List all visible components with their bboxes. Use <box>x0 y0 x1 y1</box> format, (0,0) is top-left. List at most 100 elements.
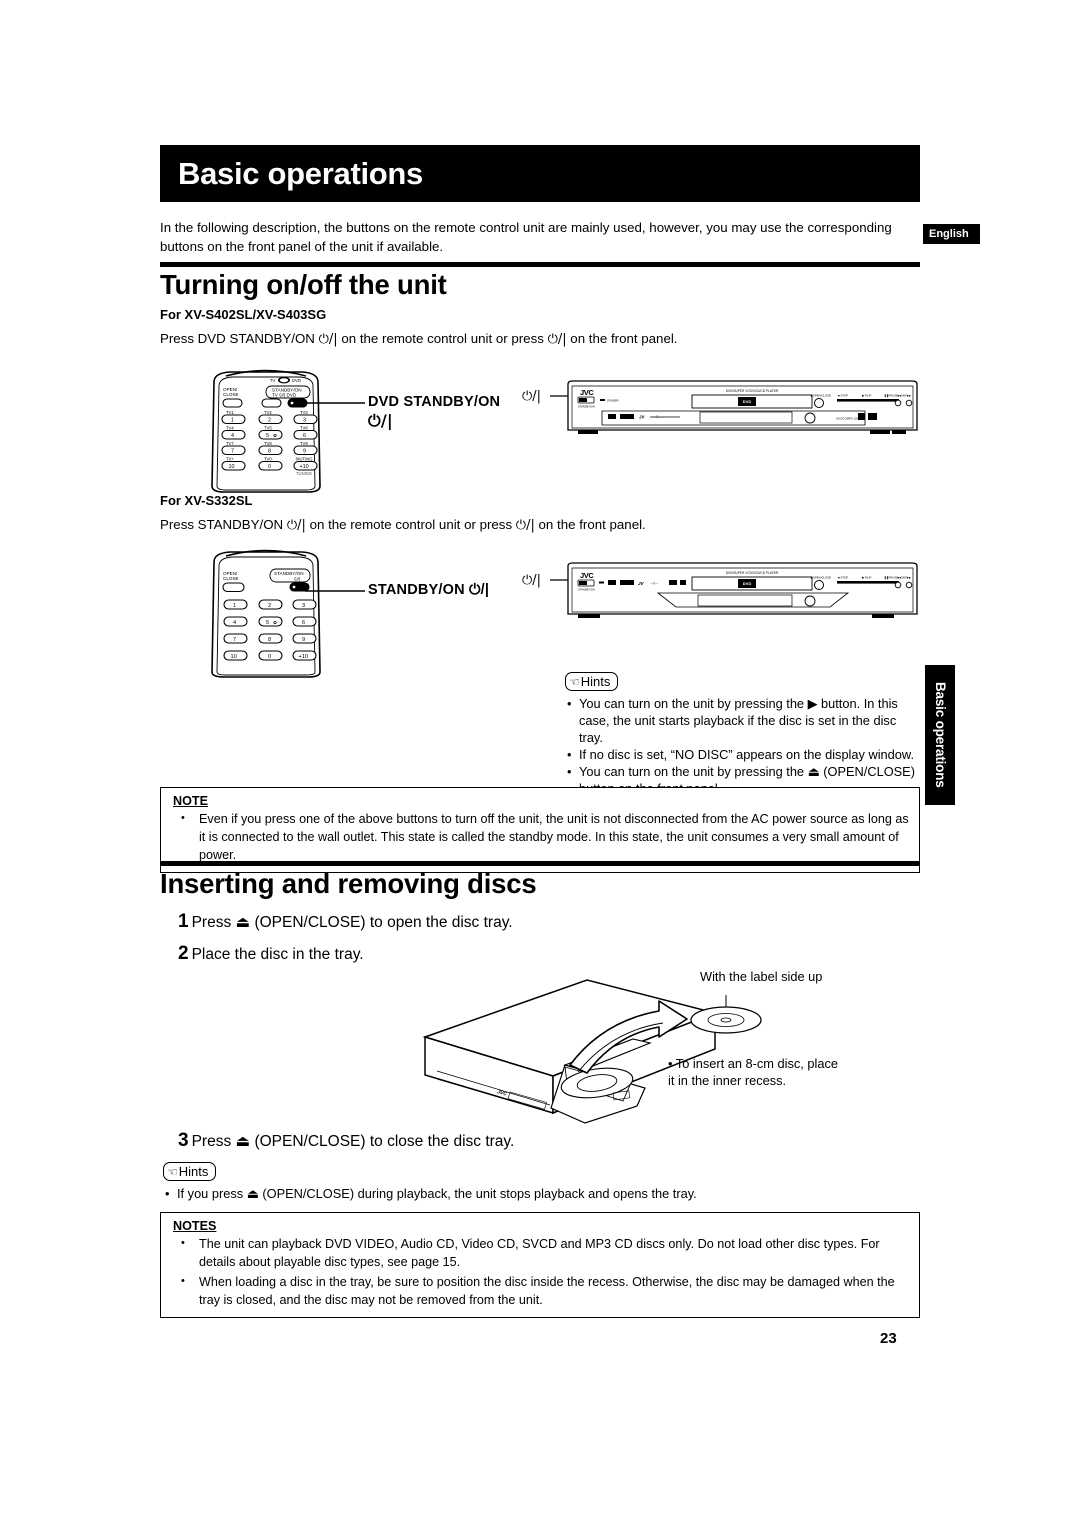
instruction-332-b: on the remote control unit or press <box>305 517 516 532</box>
svg-text:TV ⏻/| DVD: TV ⏻/| DVD <box>272 393 297 398</box>
svg-text:CLOSE: CLOSE <box>223 576 239 581</box>
label-8cm-disc-note: • To insert an 8-cm disc, place it in th… <box>668 1056 838 1088</box>
svg-text:TV6: TV6 <box>300 426 308 431</box>
instruction-402-c: on the front panel. <box>566 331 678 346</box>
svg-text:JVC: JVC <box>580 388 594 397</box>
section-rule-2 <box>160 861 920 866</box>
svg-text:◀◀SKIP▶▶: ◀◀SKIP▶▶ <box>897 394 912 398</box>
instruction-332: Press STANDBY/ON ⏻/| on the remote contr… <box>160 515 646 535</box>
svg-text:⏻/|: ⏻/| <box>522 573 541 588</box>
step-3-text: Press ⏏ (OPEN/CLOSE) to close the disc t… <box>191 1133 515 1150</box>
svg-text:DVD: DVD <box>743 581 752 586</box>
step-2: 2 Place the disc in the tray. <box>178 943 364 965</box>
hand-icon-1: ☜ <box>569 674 580 689</box>
power-icon-inline-3: ⏻/| <box>286 518 306 533</box>
hints-list-1: You can turn on the unit by pressing the… <box>565 695 915 797</box>
svg-text:6: 6 <box>303 433 306 439</box>
front-panel-illustration-1: ⏻/| JVC STANDBY/ON STANDBY DVD/SUPER VCD… <box>520 378 920 440</box>
svg-text:0: 0 <box>268 654 271 660</box>
front-panel-illustration-2: ⏻/| JVC STANDBY/ON JV —⊼— DVD/SUPER VCD/… <box>520 558 920 626</box>
svg-text:■ STOP: ■ STOP <box>838 394 848 398</box>
section-rule-1 <box>160 262 920 267</box>
svg-text:▲OPEN/CLOSE: ▲OPEN/CLOSE <box>810 394 831 398</box>
label-label-side-up: With the label side up <box>700 969 823 984</box>
svg-text:⏻/|: ⏻/| <box>294 576 300 581</box>
svg-text:2: 2 <box>268 603 271 609</box>
callout-dvd-standby-on-line1: DVD STANDBY/ON <box>368 394 501 410</box>
callout-leader-line-1 <box>305 400 365 406</box>
instruction-332-a: Press STANDBY/ON <box>160 517 287 532</box>
svg-text:4: 4 <box>231 433 234 439</box>
notes-title: NOTES <box>173 1219 217 1233</box>
svg-text:TV: TV <box>270 378 276 383</box>
hints-tag-1: ☜ Hints <box>565 672 619 691</box>
svg-text:TV2: TV2 <box>264 410 272 415</box>
hints-tag-2: ☜ Hints <box>163 1162 217 1181</box>
callout-dvd-standby-on: DVD STANDBY/ON ⏻/| <box>368 394 500 431</box>
language-tab: English <box>923 224 980 244</box>
instruction-402-a: Press DVD STANDBY/ON <box>160 331 319 346</box>
chapter-banner: Basic operations <box>160 145 920 202</box>
svg-text:STANDBY: STANDBY <box>607 399 619 403</box>
svg-text:TV7: TV7 <box>226 441 234 446</box>
step-2-text: Place the disc in the tray. <box>191 946 364 963</box>
svg-text:TV8: TV8 <box>264 441 272 446</box>
svg-text:1: 1 <box>233 603 236 609</box>
svg-text:TV4: TV4 <box>226 426 234 431</box>
note-title: NOTE <box>173 794 208 808</box>
svg-text:TV9: TV9 <box>300 441 308 446</box>
disc-tray-illustration: JVC <box>415 975 725 1125</box>
chapter-title: Basic operations <box>178 155 424 191</box>
notes-box-discs: NOTES The unit can playback DVD VIDEO, A… <box>160 1212 920 1318</box>
svg-text:STANDBY/ON: STANDBY/ON <box>274 571 304 576</box>
callout-dvd-standby-on-line2: ⏻/| <box>368 411 393 430</box>
svg-text:CLOSE: CLOSE <box>223 392 239 397</box>
page-number: 23 <box>880 1330 897 1347</box>
svg-text:JVC: JVC <box>580 571 594 580</box>
intro-paragraph: In the following description, the button… <box>160 220 892 254</box>
step-1: 1 Press ⏏ (OPEN/CLOSE) to open the disc t… <box>178 911 513 933</box>
svg-text:STANDBY/ON: STANDBY/ON <box>578 588 595 592</box>
instruction-332-c: on the front panel. <box>534 517 646 532</box>
note-list: Even if you press one of the above butto… <box>173 809 909 864</box>
svg-text:STANDBY/ON: STANDBY/ON <box>578 405 595 409</box>
remote-control-illustration-1: TV DVD OPEN/ CLOSE STANDBY/ON TV ⏻/| DVD… <box>196 368 336 493</box>
hints-block-1: ☜Hints You can turn on the unit by press… <box>565 672 915 797</box>
svg-text:◀◀SKIP▶▶: ◀◀SKIP▶▶ <box>897 576 912 580</box>
svg-text:▶ PLAY: ▶ PLAY <box>862 576 872 580</box>
callout-standby-on: STANDBY/ON ⏻/| <box>368 582 490 598</box>
subheading-xv-s402sl: For XV-S402SL/XV-S403SG <box>160 307 327 322</box>
svg-text:3: 3 <box>302 603 305 609</box>
svg-text:TV+: TV+ <box>226 457 234 462</box>
svg-text:7: 7 <box>231 449 234 455</box>
step-1-number: 1 <box>178 911 189 932</box>
svg-text:10: 10 <box>231 654 237 660</box>
svg-text:❚❚PAUSE: ❚❚PAUSE <box>884 576 898 580</box>
svg-text:5: 5 <box>266 620 269 626</box>
svg-text:⏻/|: ⏻/| <box>522 389 541 404</box>
step-2-number: 2 <box>178 943 189 964</box>
svg-text:+10: +10 <box>300 464 309 470</box>
hint-item: If you press ⏏ (OPEN/CLOSE) during playb… <box>163 1185 903 1202</box>
subheading-xv-s332sl: For XV-S332SL <box>160 493 253 508</box>
remote-control-illustration-2: OPEN/ CLOSE STANDBY/ON ⏻/| 1 2 3 4 5 6 7… <box>196 548 336 678</box>
instruction-402: Press DVD STANDBY/ON ⏻/| on the remote c… <box>160 329 678 349</box>
svg-text:10: 10 <box>229 464 235 470</box>
svg-text:DVD/SUPER VCD/VCD/CD PLAYER: DVD/SUPER VCD/VCD/CD PLAYER <box>726 389 779 393</box>
section-heading-inserting-discs: Inserting and removing discs <box>160 868 537 899</box>
svg-text:▲OPEN/CLOSE: ▲OPEN/CLOSE <box>810 576 831 580</box>
section-heading-turning-on-off: Turning on/off the unit <box>160 269 447 300</box>
svg-text:—⊼—: —⊼— <box>650 582 658 586</box>
step-1-text: Press ⏏ (OPEN/CLOSE) to open the disc tr… <box>191 914 513 931</box>
svg-text:DVD/SUPER VCD/VCD/CD PLAYER: DVD/SUPER VCD/VCD/CD PLAYER <box>726 571 779 575</box>
svg-text:DVD: DVD <box>292 378 301 383</box>
svg-text:8: 8 <box>268 637 271 643</box>
disc-illustration <box>686 995 766 1045</box>
svg-text:JV: JV <box>638 581 645 586</box>
svg-text:4: 4 <box>233 620 236 626</box>
svg-text:❚❚PAUSE: ❚❚PAUSE <box>884 394 898 398</box>
svg-text:2: 2 <box>268 418 271 424</box>
power-icon-inline-2: ⏻/| <box>547 332 567 347</box>
svg-text:5: 5 <box>266 433 269 439</box>
svg-text:TV5: TV5 <box>264 426 272 431</box>
